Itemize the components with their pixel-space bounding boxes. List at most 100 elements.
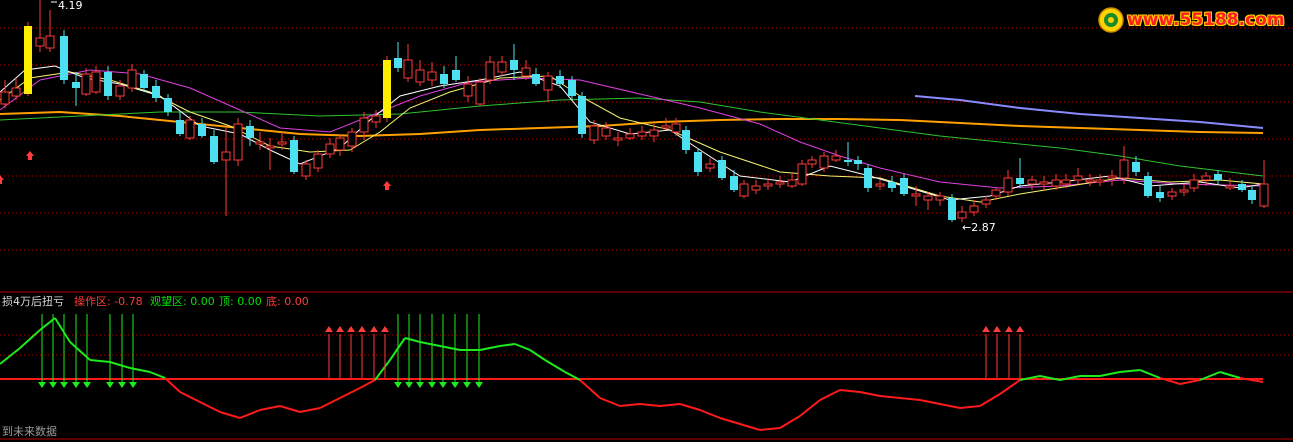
sell-signal-arrow-icon <box>129 382 137 388</box>
candle-body <box>394 58 402 68</box>
candle-body <box>543 75 553 91</box>
candle-body <box>140 74 148 88</box>
candle-body <box>888 182 896 188</box>
candle-body <box>751 185 761 191</box>
candle-body <box>325 143 335 155</box>
sell-signal-arrow-icon <box>451 382 459 388</box>
candle-body <box>1238 184 1246 190</box>
candle-body <box>1167 191 1177 197</box>
indicator-field-operate: 操作区: -0.78 <box>74 295 143 308</box>
indicator-line-segment <box>89 359 111 363</box>
candle-body <box>359 117 369 133</box>
candle-body <box>1132 162 1140 172</box>
candle-body <box>277 141 287 145</box>
candle-body <box>718 160 726 178</box>
candle-body <box>854 160 862 164</box>
candle-body <box>613 137 623 141</box>
candle-body <box>185 119 195 139</box>
indicator-line-segment <box>659 403 681 407</box>
site-logo-icon <box>1098 7 1124 33</box>
indicator-line-segment <box>739 423 761 431</box>
indicator-line-segment <box>859 391 881 397</box>
candle-body <box>875 183 885 187</box>
sell-signal-arrow-icon <box>394 382 402 388</box>
indicator-line-segment <box>959 405 981 409</box>
candle-body <box>739 183 749 197</box>
indicator-line-segment <box>799 399 821 417</box>
candle-body <box>763 183 773 187</box>
candle-body <box>210 136 218 162</box>
candle-body <box>198 124 206 136</box>
candle-body <box>568 80 576 96</box>
candle-body <box>24 26 32 94</box>
indicator-line-segment <box>579 379 601 399</box>
chart-canvas[interactable] <box>0 0 1293 442</box>
candle-body <box>637 131 647 137</box>
candle-body <box>452 70 460 80</box>
candle-body <box>301 163 311 177</box>
candle-body <box>246 126 254 138</box>
candle-body <box>35 37 45 47</box>
buy-signal-arrow-icon <box>347 326 355 332</box>
indicator-line-segment <box>109 361 131 369</box>
indicator-line-segment <box>0 347 21 365</box>
candle-body <box>164 98 172 112</box>
candle-body <box>911 193 921 197</box>
candle-body <box>1225 185 1235 189</box>
indicator-line-segment <box>299 407 321 413</box>
candle-body <box>497 61 507 73</box>
indicator-field-top: 顶: 0.00 <box>219 295 262 308</box>
sell-signal-arrow-icon <box>38 382 46 388</box>
candle-body <box>844 160 852 162</box>
candle-body <box>807 159 817 165</box>
indicator-line-segment <box>359 379 376 389</box>
candle-body <box>935 195 945 201</box>
candle-body <box>152 86 160 98</box>
indicator-line-segment <box>19 329 41 349</box>
candle-body <box>671 123 681 133</box>
candle-body <box>510 60 518 70</box>
buy-signal-arrow-icon <box>982 326 990 332</box>
buy-signal-arrow-icon <box>358 326 366 332</box>
candle-body <box>91 71 101 93</box>
indicator-line-segment <box>839 389 861 393</box>
candle-body <box>81 73 91 95</box>
buy-signal-arrow-icon <box>1005 326 1013 332</box>
candle-body <box>797 163 807 185</box>
candle-body <box>787 179 797 187</box>
candle-body <box>176 120 184 134</box>
candle-body <box>948 198 956 220</box>
indicator-line-segment <box>219 411 241 419</box>
sell-signal-arrow-icon <box>475 382 483 388</box>
indicator-line-segment <box>1099 371 1121 377</box>
candle-body <box>589 125 599 141</box>
candle-body <box>0 91 10 105</box>
candle-body <box>383 60 391 118</box>
sell-signal-arrow-icon <box>405 382 413 388</box>
indicator-line-segment <box>699 409 721 419</box>
sell-signal-arrow-icon <box>428 382 436 388</box>
candle-body <box>1027 179 1037 185</box>
candle-body <box>233 123 243 161</box>
candle-body <box>104 72 112 96</box>
indicator-field-watch: 观望区: 0.00 <box>150 295 215 308</box>
candle-body <box>694 152 702 172</box>
indicator-field-bottom: 底: 0.00 <box>266 295 309 308</box>
indicator-line-segment <box>919 399 941 405</box>
indicator-line-segment <box>719 417 741 425</box>
indicator-line-segment <box>1179 379 1201 385</box>
indicator-line-segment <box>259 405 281 411</box>
candle-body <box>625 133 635 139</box>
indicator-line-segment <box>999 379 1021 395</box>
indicator-line-segment <box>339 387 361 399</box>
candle-body <box>115 85 125 97</box>
candle-body <box>556 76 564 84</box>
indicator-line-segment <box>374 359 391 381</box>
candle-body <box>957 211 967 219</box>
candle-body <box>347 131 357 147</box>
candle-body <box>532 74 540 84</box>
indicator-line-segment <box>819 389 841 401</box>
candle-body <box>313 153 323 169</box>
candle-body <box>649 129 659 137</box>
candle-body <box>371 115 381 123</box>
